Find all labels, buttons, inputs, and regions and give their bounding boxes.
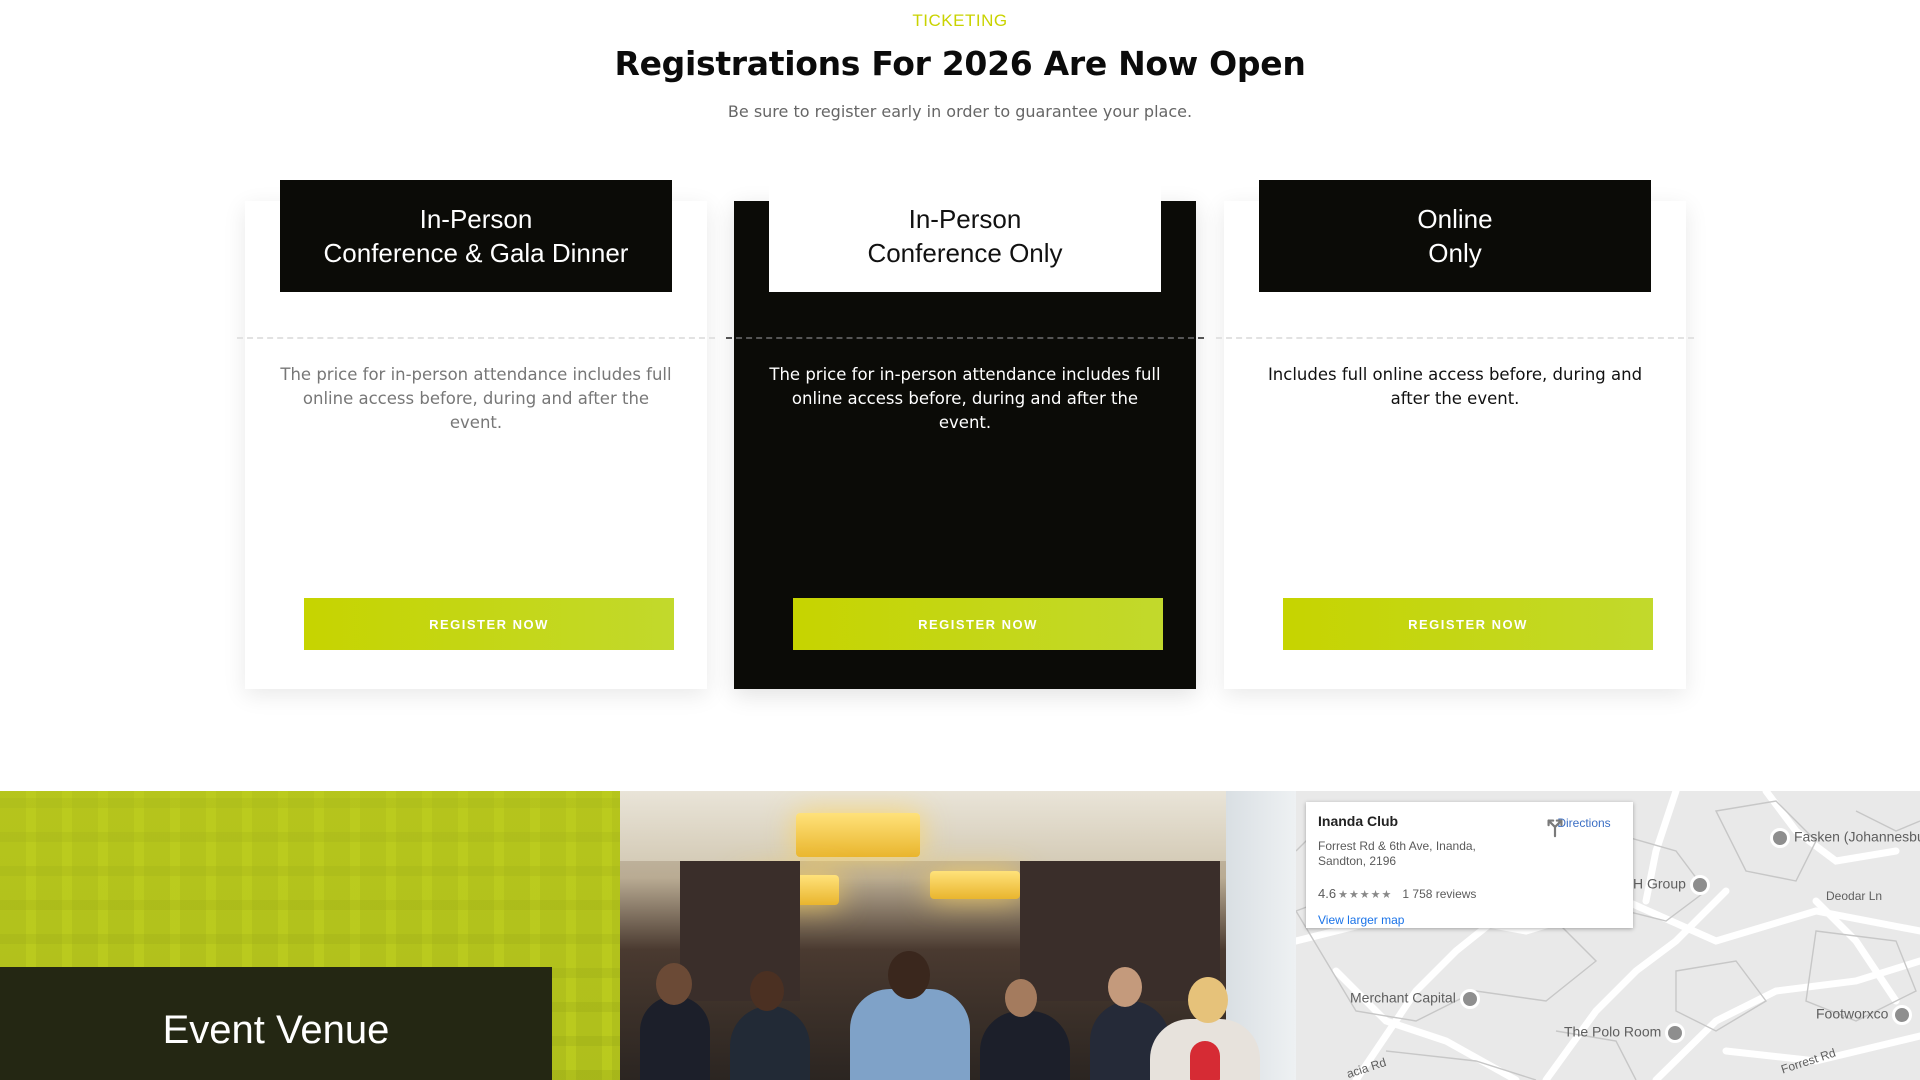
register-now-button[interactable]: REGISTER NOW (793, 598, 1163, 650)
dashed-divider (237, 337, 715, 339)
ticket-card-header: Online Only (1259, 180, 1651, 292)
ticket-card-header: In-Person Conference Only (769, 180, 1161, 292)
chandelier (796, 813, 920, 857)
attendee-head (1188, 977, 1228, 1023)
ticket-title-line2: Conference & Gala Dinner (323, 238, 629, 268)
ticket-card-conference: In-Person Conference Only The price for … (726, 180, 1204, 689)
attendee (1190, 1041, 1220, 1080)
register-now-button[interactable]: REGISTER NOW (304, 598, 674, 650)
map-info-card: Inanda Club Forrest Rd & 6th Ave, Inanda… (1306, 802, 1633, 928)
attendee (730, 1006, 810, 1080)
view-larger-map-link[interactable]: View larger map (1318, 913, 1404, 927)
page: TICKETING Registrations For 2026 Are Now… (0, 0, 1920, 1080)
attendee (850, 989, 970, 1080)
ticket-description: Includes full online access before, duri… (1267, 365, 1643, 408)
map-rating: 4.6 ★★★★★ 1 758 reviews (1318, 886, 1476, 901)
map-street-deodar: Deodar Ln (1826, 889, 1883, 903)
venue-panel: Event Venue (0, 791, 620, 1080)
attendee (980, 1011, 1070, 1080)
section-eyebrow: TICKETING (912, 11, 1008, 30)
networking-photo (620, 791, 1296, 1080)
ticket-description: The price for in-person attendance inclu… (769, 365, 1161, 432)
map-pin-icon (1665, 1023, 1686, 1043)
section-subtitle: Be sure to register early in order to gu… (727, 102, 1193, 121)
map-pin-icon (1459, 989, 1480, 1009)
venue-section: Event Venue Fasken (Johannesbu H Group D… (0, 791, 1920, 1080)
section-title: Registrations For 2026 Are Now Open (614, 44, 1306, 83)
map-reviews-link[interactable]: 1 758 reviews (1402, 887, 1476, 901)
map-place-fasken[interactable]: Fasken (Johannesbu (1766, 828, 1920, 848)
map-place-name: Inanda Club (1318, 813, 1399, 829)
map-place-polo-room[interactable]: The Polo Room (1564, 1023, 1689, 1043)
map-pin-icon (1770, 828, 1790, 848)
attendee-head (888, 951, 930, 999)
ceiling (620, 791, 1296, 861)
map-rating-value: 4.6 (1318, 886, 1337, 901)
ticket-card-header: In-Person Conference & Gala Dinner (280, 180, 672, 292)
attendee (640, 996, 710, 1080)
map-embed[interactable]: Fasken (Johannesbu H Group Deodar Ln Mer… (1296, 791, 1920, 1080)
event-venue-label-box: Event Venue (0, 967, 552, 1080)
dashed-divider (726, 337, 1204, 339)
map-place-footworxco[interactable]: Footworxco (1816, 1005, 1916, 1025)
star-rating-icon: ★★★★★ (1338, 889, 1393, 901)
ticket-title-line1: In-Person (908, 204, 1022, 234)
map-pin-icon (1689, 875, 1710, 895)
map-pin-icon (1892, 1005, 1913, 1025)
attendee-head (1005, 979, 1037, 1017)
directions-button[interactable]: Directions (1544, 816, 1624, 838)
chandelier (930, 871, 1020, 899)
attendee-head (656, 963, 692, 1005)
wall-panel (680, 861, 800, 1001)
ticket-title-line1: In-Person (419, 204, 533, 234)
dashed-divider (1216, 337, 1694, 339)
event-venue-heading: Event Venue (162, 1008, 390, 1052)
attendee-head (1108, 967, 1142, 1007)
map-place-address: Forrest Rd & 6th Ave, Inanda, Sandton, 2… (1318, 839, 1476, 868)
attendee-head (750, 971, 784, 1011)
register-now-button[interactable]: REGISTER NOW (1283, 598, 1653, 650)
ticket-title-line2: Only (1428, 238, 1482, 268)
ticket-card-gala: In-Person Conference & Gala Dinner The p… (237, 180, 715, 689)
ticket-title-line1: Online (1417, 204, 1493, 234)
directions-icon (1547, 819, 1563, 838)
map-place-hgroup[interactable]: H Group (1633, 875, 1714, 895)
map-place-merchant-capital[interactable]: Merchant Capital (1350, 989, 1484, 1009)
ticket-description: The price for in-person attendance inclu… (280, 365, 672, 432)
ticket-title-line2: Conference Only (867, 238, 1063, 268)
ticket-card-online: Online Only Includes full online access … (1216, 180, 1694, 689)
